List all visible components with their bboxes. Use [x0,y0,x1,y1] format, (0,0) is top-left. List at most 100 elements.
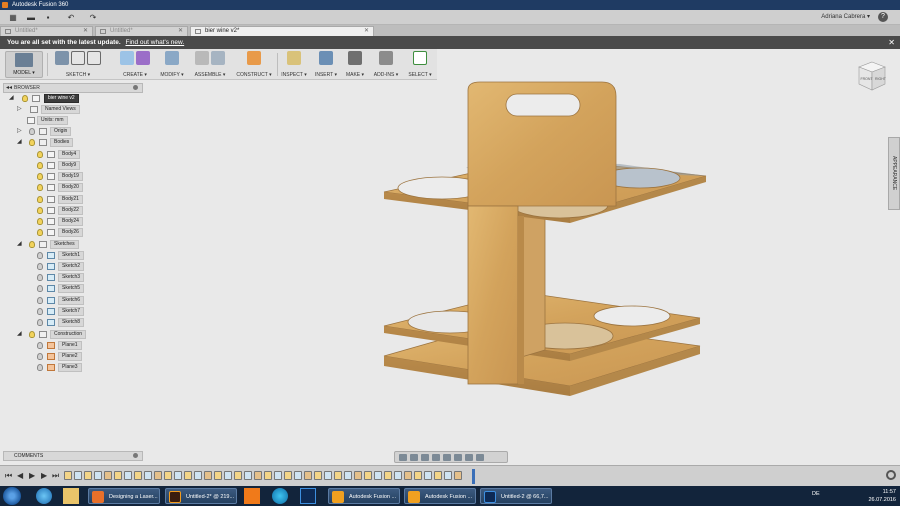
visibility-bulb-icon[interactable] [37,151,43,158]
comments-panel-header[interactable]: COMMENTS [3,451,143,461]
timeline-feature-icon[interactable] [274,471,282,480]
close-tab-icon[interactable]: ✕ [364,27,369,36]
line-icon[interactable] [71,51,85,65]
timeline-feature-icon[interactable] [254,471,262,480]
timeline-feature-icon[interactable] [224,471,232,480]
modify-menu[interactable]: MODIFY ▾ [158,51,186,78]
undo-icon[interactable]: ↶ [64,12,78,23]
timeline-feature-icon[interactable] [404,471,412,480]
timeline-feature-icon[interactable] [64,471,72,480]
timeline-feature-icon[interactable] [324,471,332,480]
visibility-bulb-icon[interactable] [37,285,43,292]
timeline-feature-icon[interactable] [114,471,122,480]
press-pull-icon[interactable] [165,51,179,65]
timeline-settings-icon[interactable] [886,470,896,480]
help-icon[interactable]: ? [878,12,888,22]
timeline-feature-icon[interactable] [124,471,132,480]
add-ins-menu[interactable]: ADD-INS ▾ [372,51,400,78]
timeline-feature-icon[interactable] [104,471,112,480]
system-clock[interactable]: 11:57 26.07.2016 [868,488,896,504]
timeline-feature-icon[interactable] [244,471,252,480]
timeline-feature-icon[interactable] [94,471,102,480]
new-component-icon[interactable] [195,51,209,65]
visibility-bulb-icon[interactable] [37,297,43,304]
zoom-icon[interactable] [432,454,440,461]
timeline-feature-icon[interactable] [334,471,342,480]
select-cursor-icon[interactable] [413,51,427,65]
insert-menu[interactable]: INSERT ▾ [313,51,339,78]
timeline-feature-track[interactable] [64,470,474,483]
visibility-bulb-icon[interactable] [37,252,43,259]
visibility-bulb-icon[interactable] [37,196,43,203]
measure-icon[interactable] [287,51,301,65]
step-forward-icon[interactable]: ▶ [41,471,47,480]
whats-new-link[interactable]: Find out what's new. [125,39,184,46]
timeline-feature-icon[interactable] [434,471,442,480]
internet-explorer-icon[interactable] [36,488,52,504]
viewports-icon[interactable] [476,454,484,461]
select-menu[interactable]: SELECT ▾ [406,51,434,78]
timeline-feature-icon[interactable] [134,471,142,480]
display-settings-icon[interactable] [454,454,462,461]
timeline-feature-icon[interactable] [184,471,192,480]
sketch-menu[interactable]: SKETCH ▾ [52,51,104,78]
visibility-bulb-icon[interactable] [29,128,35,135]
collapse-arrow-icon[interactable]: ◢ [17,330,22,339]
step-back-icon[interactable]: ◀ [17,471,23,480]
timeline-feature-icon[interactable] [314,471,322,480]
visibility-bulb-icon[interactable] [29,139,35,146]
visibility-bulb-icon[interactable] [37,162,43,169]
expand-arrow-icon[interactable]: ▷ [17,105,22,114]
visibility-bulb-icon[interactable] [37,229,43,236]
collapse-arrow-icon[interactable]: ◢ [17,240,22,249]
close-notification-icon[interactable]: ✕ [888,36,895,49]
timeline-feature-icon[interactable] [444,471,452,480]
taskbar-window-button[interactable]: Untitled-2 @ 66,7... [480,488,552,504]
browser-panel-header[interactable]: ◂◂ BROWSER [3,83,143,93]
joint-icon[interactable] [211,51,225,65]
save-icon[interactable]: ▪ [44,12,52,23]
pan-icon[interactable] [421,454,429,461]
taskbar-window-button[interactable]: Untitled-2* @ 219... [165,488,237,504]
collapse-arrow-icon[interactable]: ◢ [9,94,14,103]
visibility-bulb-icon[interactable] [29,331,35,338]
timeline-feature-icon[interactable] [144,471,152,480]
timeline-feature-icon[interactable] [384,471,392,480]
timeline-feature-icon[interactable] [204,471,212,480]
create-sketch-icon[interactable] [55,51,69,65]
document-tab[interactable]: Untitled* ✕ [95,26,188,36]
play-icon[interactable]: ▶ [29,471,35,480]
assemble-menu[interactable]: ASSEMBLE ▾ [191,51,229,78]
3d-print-icon[interactable] [348,51,362,65]
go-to-end-icon[interactable]: ⏭ [52,471,59,481]
look-at-icon[interactable] [410,454,418,461]
start-button-icon[interactable] [3,487,21,505]
media-player-icon[interactable] [244,488,260,504]
visibility-bulb-icon[interactable] [37,274,43,281]
timeline-feature-icon[interactable] [354,471,362,480]
timeline-feature-icon[interactable] [294,471,302,480]
visibility-bulb-icon[interactable] [22,95,28,102]
visibility-bulb-icon[interactable] [37,308,43,315]
timeline-feature-icon[interactable] [84,471,92,480]
timeline-feature-icon[interactable] [374,471,382,480]
timeline-feature-icon[interactable] [234,471,242,480]
timeline-feature-icon[interactable] [344,471,352,480]
timeline-feature-icon[interactable] [194,471,202,480]
visibility-bulb-icon[interactable] [37,207,43,214]
user-account-menu[interactable]: Adriana Cabrera ▾ [821,13,870,20]
taskbar-window-button[interactable]: Designing a Laser... [88,488,160,504]
offset-plane-icon[interactable] [247,51,261,65]
timeline-feature-icon[interactable] [394,471,402,480]
timeline-feature-icon[interactable] [174,471,182,480]
timeline-feature-icon[interactable] [214,471,222,480]
document-tab-active[interactable]: bier wine v2* ✕ [190,26,374,36]
taskbar-window-button[interactable]: Autodesk Fusion ... [404,488,476,504]
taskbar-window-button[interactable]: Autodesk Fusion ... [328,488,400,504]
appearance-side-panel-tab[interactable]: APPEARANCE [888,137,900,210]
viewcube[interactable]: FRONT RIGHT [857,60,887,92]
timeline-feature-icon[interactable] [414,471,422,480]
fit-view-icon[interactable] [443,454,451,461]
timeline-feature-icon[interactable] [304,471,312,480]
photoshop-icon[interactable] [300,488,316,504]
